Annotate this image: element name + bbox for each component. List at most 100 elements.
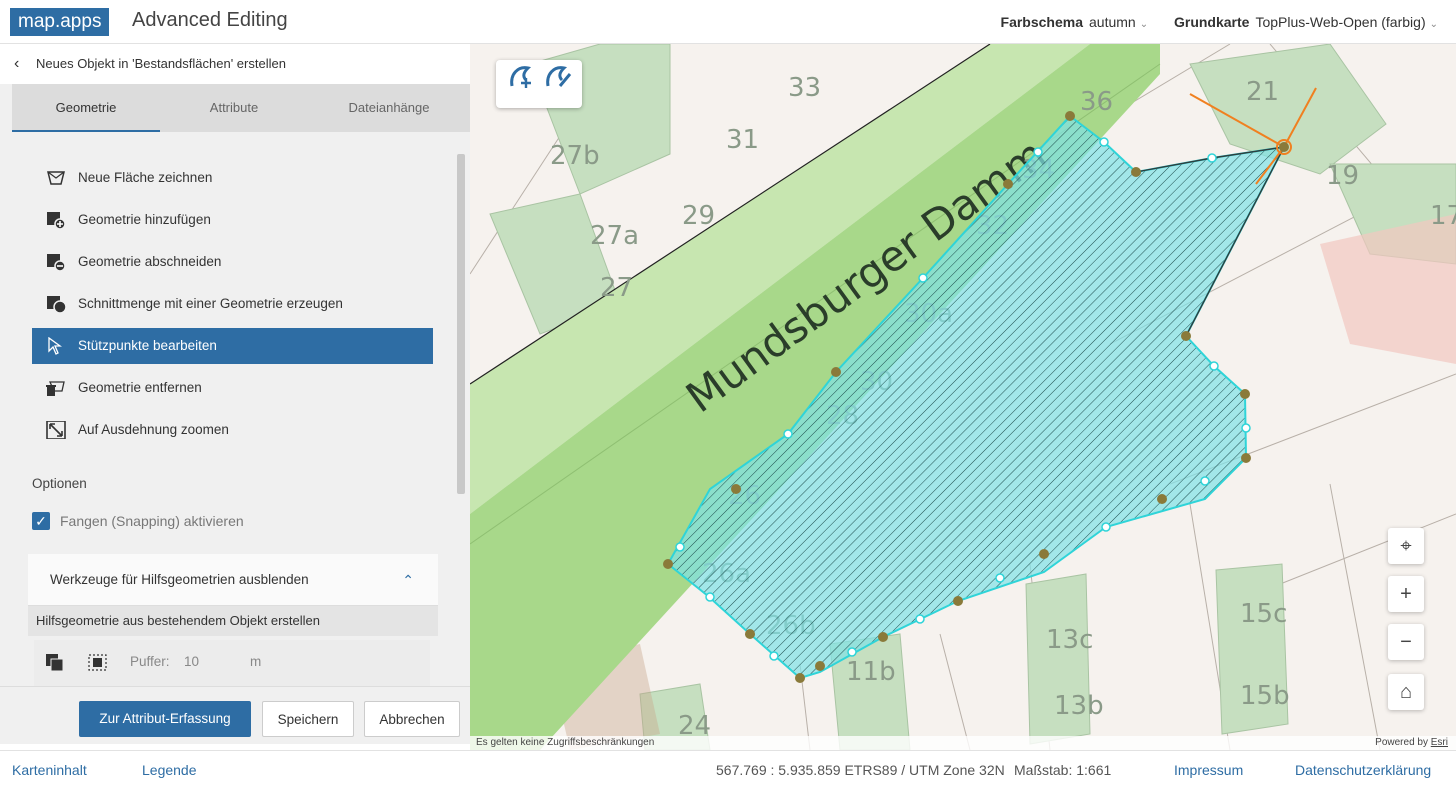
plus-icon[interactable]: + <box>1400 583 1412 605</box>
farbschema-label: Farbschema <box>1000 14 1083 30</box>
midpoint-handle[interactable] <box>1209 361 1219 371</box>
chevron-down-icon[interactable]: ⌄ <box>1140 19 1148 30</box>
draw-polygon-icon <box>47 171 65 185</box>
midpoint-handle[interactable] <box>1207 153 1217 163</box>
vertex-handle[interactable] <box>815 661 825 671</box>
tab-attribute[interactable]: Attribute <box>160 84 308 132</box>
tool-auf-ausdehnung-zoomen[interactable]: Auf Ausdehnung zoomen <box>32 412 433 448</box>
vertex-handle[interactable] <box>831 367 841 377</box>
buffer-icon[interactable] <box>88 654 108 672</box>
add-feature-icon[interactable] <box>504 60 536 92</box>
map-attribution: Es gelten keine Zugriffsbeschränkungen P… <box>470 736 1456 750</box>
tool-geometrie-hinzufuegen[interactable]: Geometrie hinzufügen <box>32 202 433 238</box>
tool-label: Neue Fläche zeichnen <box>78 170 213 185</box>
panel-scrollbar[interactable] <box>455 144 467 686</box>
impressum-link[interactable]: Impressum <box>1174 751 1243 789</box>
panel-tabs: Geometrie Attribute Dateianhänge <box>12 84 470 132</box>
snapping-label[interactable]: Fangen (Snapping) aktivieren <box>60 513 244 529</box>
tool-stuetzpunkte-bearbeiten[interactable]: Stützpunkte bearbeiten <box>32 328 433 364</box>
vertex-handle[interactable] <box>663 559 673 569</box>
midpoint-handle[interactable] <box>1200 476 1210 486</box>
attribute-capture-button[interactable]: Zur Attribut-Erfassung <box>79 701 251 737</box>
tool-geometrie-abschneiden[interactable]: Geometrie abschneiden <box>32 244 433 280</box>
vertex-handle[interactable] <box>878 632 888 642</box>
midpoint-handle[interactable] <box>995 573 1005 583</box>
parcel-label: 27b <box>550 141 600 171</box>
copy-geometry-icon[interactable] <box>46 654 66 672</box>
tool-schnittmenge[interactable]: Schnittmenge mit einer Geometrie erzeuge… <box>32 286 433 322</box>
vertex-handle[interactable] <box>1131 167 1141 177</box>
parcel-label: 27a <box>590 221 639 251</box>
tool-label: Geometrie hinzufügen <box>78 212 211 227</box>
chevron-down-icon[interactable]: ⌄ <box>1430 19 1438 30</box>
snapping-checkbox[interactable]: ✓ Fangen (Snapping) aktivieren <box>32 512 244 530</box>
vertex-handle[interactable] <box>1039 549 1049 559</box>
midpoint-handle[interactable] <box>705 592 715 602</box>
midpoint-handle[interactable] <box>1101 522 1111 532</box>
midpoint-handle[interactable] <box>675 542 685 552</box>
vertex-handle[interactable] <box>745 629 755 639</box>
midpoint-handle[interactable] <box>1033 147 1043 157</box>
parcel-label: 11b <box>846 657 896 687</box>
tool-geometrie-entfernen[interactable]: Geometrie entfernen <box>32 370 433 406</box>
vertex-handle[interactable] <box>1181 331 1191 341</box>
home-button[interactable]: ⌂ <box>1388 674 1424 710</box>
vertex-handle[interactable] <box>1065 111 1075 121</box>
minus-icon[interactable]: − <box>1400 631 1412 653</box>
chevron-left-icon[interactable]: ‹ <box>14 44 19 84</box>
vertex-handle[interactable] <box>1241 453 1251 463</box>
scrollbar-thumb[interactable] <box>457 154 465 494</box>
checkbox-checked-icon[interactable]: ✓ <box>32 512 50 530</box>
helper-tools-toggle[interactable]: Werkzeuge für Hilfsgeometrien ausblenden… <box>28 554 438 606</box>
save-button[interactable]: Speichern <box>262 701 354 737</box>
karteninhalt-link[interactable]: Karteninhalt <box>12 751 87 789</box>
parcel-label: 19 <box>1326 161 1359 191</box>
tab-geometrie[interactable]: Geometrie <box>12 84 160 132</box>
parcel-label: 36 <box>1080 87 1113 117</box>
vertex-handle[interactable] <box>1157 494 1167 504</box>
buffer-row: Puffer: 10 m <box>34 640 430 686</box>
brand-logo[interactable]: map.apps <box>10 8 110 36</box>
zoom-out-button[interactable]: − <box>1388 624 1424 660</box>
helper-tools-label[interactable]: Werkzeuge für Hilfsgeometrien ausblenden <box>50 572 309 587</box>
vertex-handle[interactable] <box>1240 389 1250 399</box>
tool-neue-flaeche[interactable]: Neue Fläche zeichnen <box>32 160 433 196</box>
locate-icon[interactable]: ⌖ <box>1400 535 1411 557</box>
grundkarte-select[interactable]: TopPlus-Web-Open (farbig) ⌄ <box>1255 14 1438 30</box>
farbschema-select[interactable]: autumn ⌄ <box>1089 14 1148 30</box>
home-icon[interactable]: ⌂ <box>1400 681 1412 703</box>
legende-link[interactable]: Legende <box>142 751 197 789</box>
midpoint-handle[interactable] <box>847 647 857 657</box>
vertex-handle[interactable] <box>731 484 741 494</box>
zoom-in-button[interactable]: + <box>1388 576 1424 612</box>
app-header: map.apps Advanced Editing Farbschema autu… <box>0 0 1456 44</box>
midpoint-handle[interactable] <box>915 614 925 624</box>
buffer-input[interactable]: 10 <box>184 654 199 669</box>
midpoint-handle[interactable] <box>783 429 793 439</box>
map-canvas[interactable]: Mundsburger Damm 27b 27a 27 29 31 33 36 … <box>470 44 1456 750</box>
midpoint-handle[interactable] <box>1241 423 1251 433</box>
parcel-label: 21 <box>1246 77 1279 107</box>
grundkarte-value[interactable]: TopPlus-Web-Open (farbig) <box>1255 14 1425 30</box>
midpoint-handle[interactable] <box>918 273 928 283</box>
vertex-handle[interactable] <box>953 596 963 606</box>
tab-dateianhaenge[interactable]: Dateianhänge <box>308 84 470 132</box>
cancel-button[interactable]: Abbrechen <box>364 701 460 737</box>
zoom-extent-icon <box>46 421 66 439</box>
back-label[interactable]: Neues Objekt in 'Bestandsflächen' erstel… <box>36 56 286 71</box>
scale-readout[interactable]: Maßstab: 1:661 <box>1014 751 1111 789</box>
vertex-handle[interactable] <box>795 673 805 683</box>
crs-select[interactable]: ETRS89 / UTM Zone 32N <box>844 762 1004 778</box>
back-button[interactable]: ‹ Neues Objekt in 'Bestandsflächen' erst… <box>0 44 470 84</box>
map-view[interactable]: Mundsburger Damm 27b 27a 27 29 31 33 36 … <box>470 44 1456 750</box>
farbschema-value[interactable]: autumn <box>1089 14 1136 30</box>
locate-button[interactable]: ⌖ <box>1388 528 1424 564</box>
esri-link[interactable]: Esri <box>1431 737 1448 748</box>
edit-feature-icon[interactable] <box>542 60 574 92</box>
midpoint-handle[interactable] <box>1099 137 1109 147</box>
vertex-handle[interactable] <box>1003 179 1013 189</box>
datenschutz-link[interactable]: Datenschutzerklärung <box>1295 751 1431 789</box>
vertex-handle[interactable] <box>1279 142 1289 152</box>
chevron-up-icon[interactable]: ⌃ <box>402 554 414 606</box>
midpoint-handle[interactable] <box>769 651 779 661</box>
